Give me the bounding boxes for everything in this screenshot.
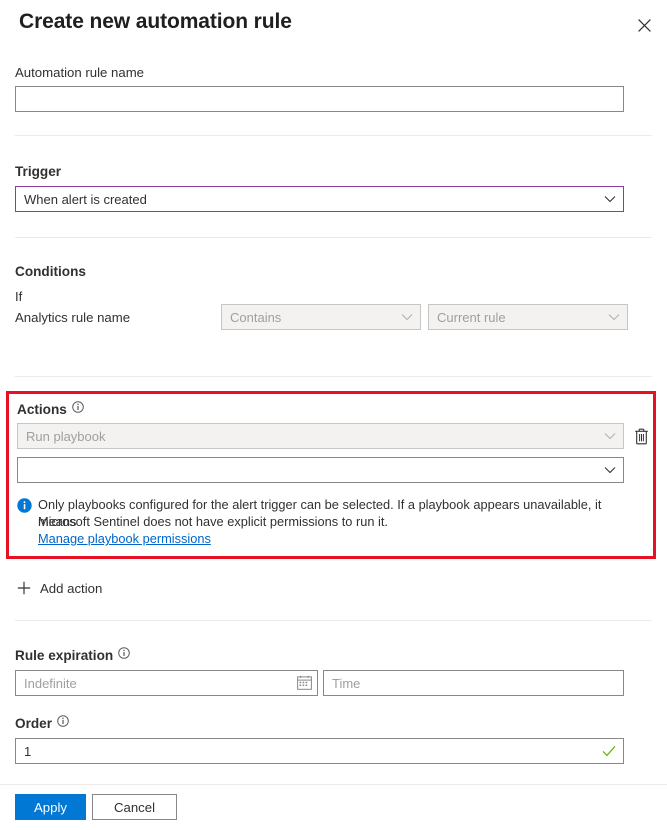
trigger-dropdown[interactable]: When alert is created [15,186,624,212]
divider-1 [15,135,652,136]
condition-operator-value: Contains [230,309,282,325]
playbook-permission-message-line2: Microsoft Sentinel does not have explici… [38,514,388,529]
conditions-if-label: If [15,289,23,304]
rule-expiration-time-input[interactable] [323,670,624,696]
trash-icon[interactable] [629,424,653,448]
trigger-heading: Trigger [15,164,62,179]
add-action-button[interactable]: Add action [16,580,102,596]
checkmark-icon [602,744,616,762]
divider-3 [15,376,652,377]
chevron-down-icon [601,304,627,330]
calendar-icon[interactable] [297,675,312,695]
order-label: Order [15,716,53,731]
order-input[interactable] [15,738,624,764]
info-circle-icon[interactable] [118,646,131,664]
automation-rule-name-input[interactable] [15,86,624,112]
divider-4 [15,620,652,621]
condition-property-label: Analytics rule name [15,310,131,325]
chevron-down-icon [597,186,623,212]
rule-expiration-heading: Rule expiration [15,646,131,665]
plus-icon [16,580,32,596]
add-action-label: Add action [40,580,103,596]
create-automation-rule-dialog: Create new automation rule Automation ru… [0,0,667,830]
info-circle-icon[interactable] [72,400,84,418]
divider-2 [15,237,652,238]
playbook-dropdown[interactable] [17,457,624,483]
info-circle-icon[interactable] [57,714,69,732]
footer-divider [0,784,667,785]
page-title: Create new automation rule [19,10,292,33]
actions-heading-text: Actions [17,402,67,417]
conditions-heading: Conditions [15,264,86,279]
condition-value-text: Current rule [437,309,506,325]
action-type-dropdown[interactable]: Run playbook [17,423,624,449]
dialog-header: Create new automation rule [0,0,667,56]
automation-rule-name-label: Automation rule name [15,65,145,80]
cancel-button[interactable]: Cancel [92,794,177,820]
order-heading: Order [15,715,69,733]
condition-value-dropdown[interactable]: Current rule [428,304,628,330]
apply-button[interactable]: Apply [15,794,86,820]
manage-playbook-permissions-link[interactable]: Manage playbook permissions [38,530,211,547]
chevron-down-icon [597,457,623,483]
actions-heading: Actions [17,401,84,419]
info-filled-icon [17,498,32,518]
chevron-down-icon [597,423,623,449]
rule-expiration-label: Rule expiration [15,648,114,663]
close-icon[interactable] [629,10,659,40]
action-type-value: Run playbook [26,428,106,444]
chevron-down-icon [394,304,420,330]
trigger-dropdown-value: When alert is created [24,191,147,207]
rule-expiration-date-input[interactable] [15,670,318,696]
condition-operator-dropdown[interactable]: Contains [221,304,421,330]
